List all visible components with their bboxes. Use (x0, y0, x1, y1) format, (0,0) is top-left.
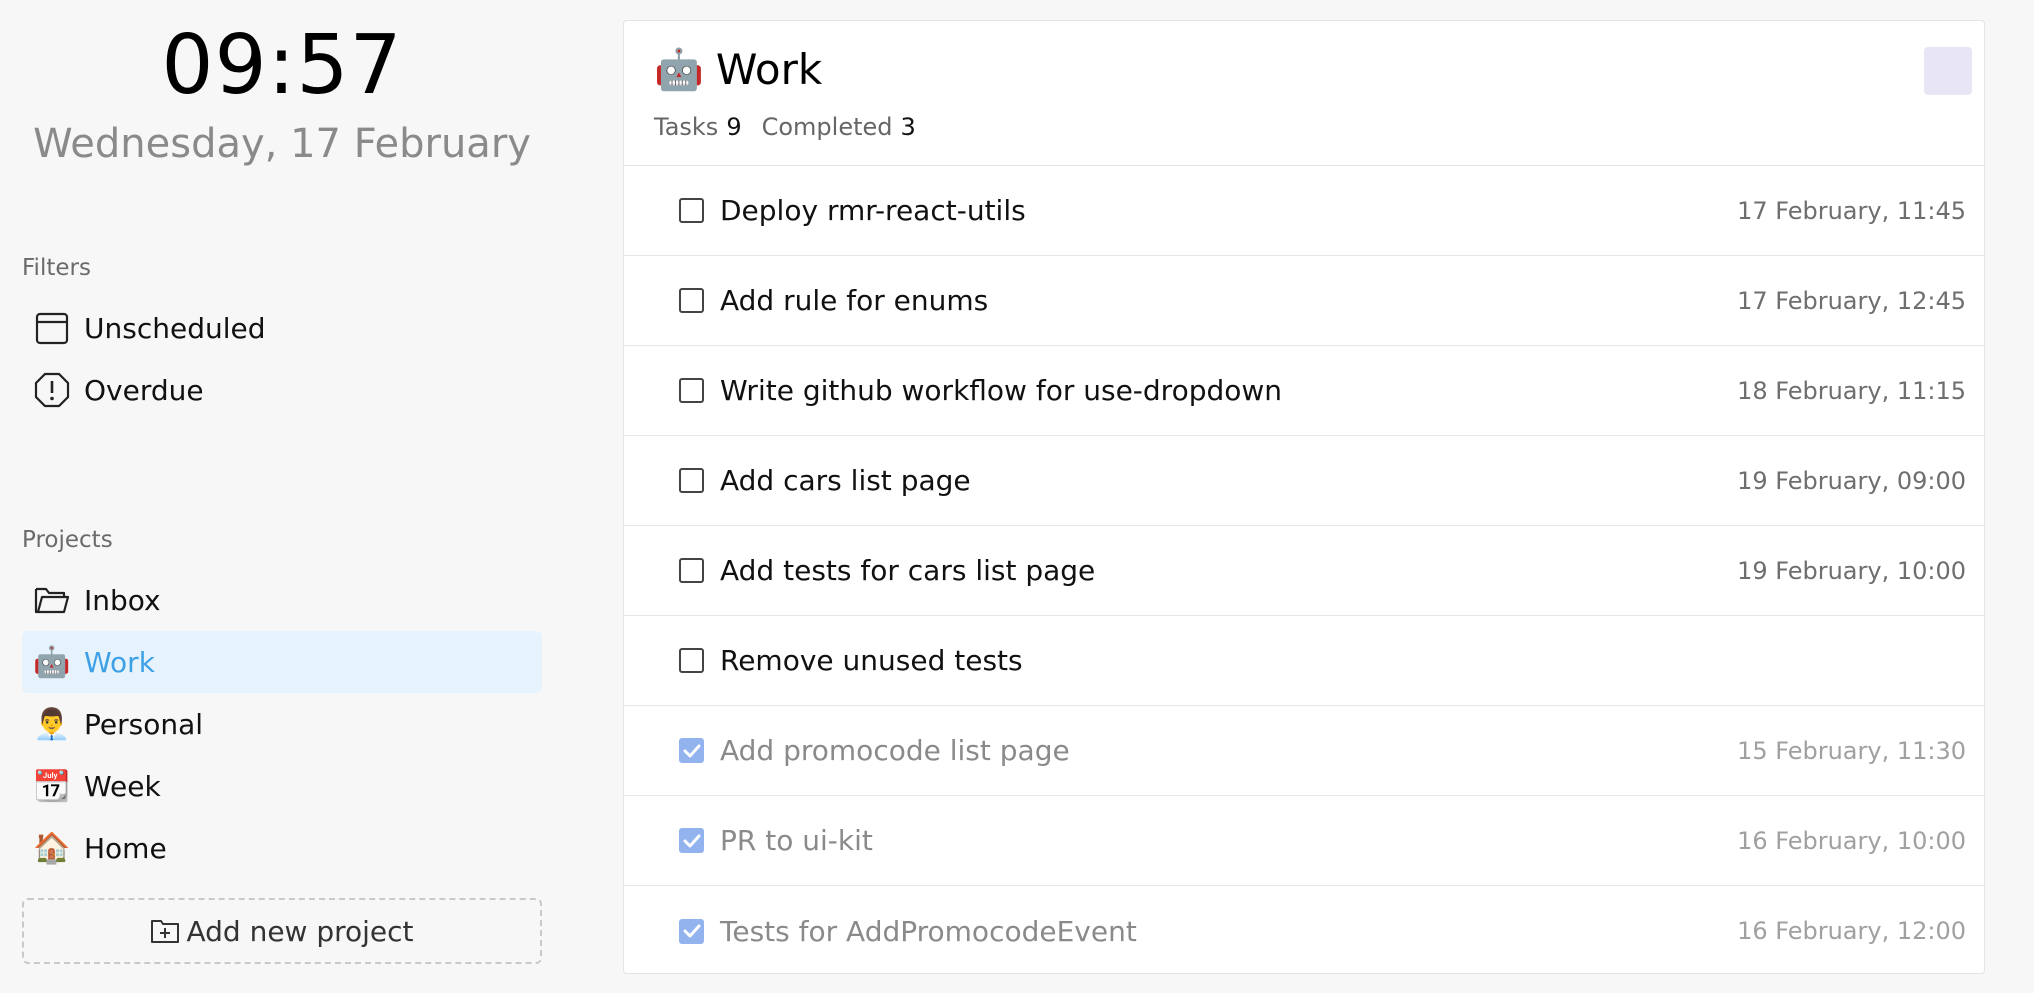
task-row[interactable]: Remove unused tests (624, 616, 1984, 706)
add-project-label: Add new project (186, 914, 414, 948)
filter-item-label: Unscheduled (84, 311, 266, 345)
calendar-icon: 📆 (33, 768, 71, 804)
task-title: Write github workflow for use-dropdown (720, 374, 1283, 407)
task-due-date: 19 February, 10:00 (1737, 556, 1966, 585)
robot-icon: 🤖 (33, 644, 71, 680)
task-panel: 🤖 Work Tasks 9 Completed 3 Deploy rmr-re… (623, 20, 1985, 974)
task-checkbox[interactable] (679, 738, 704, 763)
task-row[interactable]: Add cars list page 19 February, 09:00 (624, 436, 1984, 526)
man-icon: 👨‍💼 (33, 706, 71, 742)
task-title: Add rule for enums (720, 284, 989, 317)
tasks-count: 9 (726, 113, 742, 141)
task-title: Remove unused tests (720, 644, 1023, 677)
alert-octagon-icon (32, 372, 72, 408)
project-color-button[interactable] (1924, 47, 1972, 95)
project-item-label: Work (84, 645, 155, 679)
task-title: Add tests for cars list page (720, 554, 1096, 587)
task-due-date: 18 February, 11:15 (1737, 376, 1966, 405)
task-checkbox[interactable] (679, 198, 704, 223)
add-project-button[interactable]: Add new project (22, 898, 542, 964)
task-due-date: 17 February, 11:45 (1737, 196, 1966, 225)
task-row[interactable]: Write github workflow for use-dropdown 1… (624, 346, 1984, 436)
task-checkbox[interactable] (679, 288, 704, 313)
folder-plus-icon (150, 918, 180, 944)
check-icon (683, 744, 700, 757)
filters-title: Filters (22, 255, 91, 281)
folder-icon (32, 585, 72, 615)
panel-header: 🤖 Work Tasks 9 Completed 3 (624, 21, 1984, 166)
task-checkbox[interactable] (679, 468, 704, 493)
task-checkbox[interactable] (679, 918, 704, 944)
sidebar: 09:57 Wednesday, 17 February Filters Uns… (0, 0, 564, 993)
task-row[interactable]: PR to ui-kit 16 February, 10:00 (624, 796, 1984, 886)
tasks-label: Tasks (654, 113, 719, 141)
task-stats: Tasks 9 Completed 3 (654, 113, 936, 141)
project-item-week[interactable]: 📆 Week (22, 755, 542, 817)
filter-item-unscheduled[interactable]: Unscheduled (22, 297, 542, 359)
task-row[interactable]: Deploy rmr-react-utils 17 February, 11:4… (624, 166, 1984, 256)
project-title-text: Work (715, 45, 823, 94)
task-row[interactable]: Tests for AddPromocodeEvent 16 February,… (624, 886, 1984, 976)
house-icon: 🏠 (33, 830, 71, 866)
task-title: Add promocode list page (720, 734, 1070, 767)
task-due-date: 17 February, 12:45 (1737, 286, 1966, 315)
task-list: Deploy rmr-react-utils 17 February, 11:4… (624, 166, 1984, 976)
project-item-personal[interactable]: 👨‍💼 Personal (22, 693, 542, 755)
page-title: 🤖 Work (654, 45, 822, 94)
clock-time: 09:57 (161, 18, 403, 113)
task-due-date: 15 February, 11:30 (1737, 736, 1966, 765)
check-icon (683, 834, 700, 847)
filter-item-label: Overdue (84, 373, 204, 407)
check-icon (683, 924, 700, 938)
task-row[interactable]: Add promocode list page 15 February, 11:… (624, 706, 1984, 796)
task-title: Add cars list page (720, 464, 971, 497)
task-row[interactable]: Add tests for cars list page 19 February… (624, 526, 1984, 616)
calendar-blank-icon (32, 311, 72, 345)
projects-title: Projects (22, 527, 113, 553)
filter-item-overdue[interactable]: Overdue (22, 359, 542, 421)
project-item-label: Week (84, 769, 161, 803)
task-checkbox[interactable] (679, 558, 704, 583)
task-due-date: 16 February, 10:00 (1737, 826, 1966, 855)
robot-icon: 🤖 (654, 47, 704, 93)
project-item-home[interactable]: 🏠 Home (22, 817, 542, 879)
task-checkbox[interactable] (679, 828, 704, 853)
task-checkbox[interactable] (679, 648, 704, 673)
project-item-work[interactable]: 🤖 Work (22, 631, 542, 693)
clock-date: Wednesday, 17 February (33, 121, 531, 167)
task-title: PR to ui-kit (720, 824, 873, 857)
task-row[interactable]: Add rule for enums 17 February, 12:45 (624, 256, 1984, 346)
task-checkbox[interactable] (679, 378, 704, 403)
project-item-inbox[interactable]: Inbox (22, 569, 542, 631)
task-due-date: 19 February, 09:00 (1737, 466, 1966, 495)
task-title: Deploy rmr-react-utils (720, 194, 1026, 227)
project-item-label: Home (84, 831, 167, 865)
task-title: Tests for AddPromocodeEvent (720, 914, 1137, 948)
project-item-label: Personal (84, 707, 204, 741)
completed-count: 3 (900, 113, 916, 141)
project-item-label: Inbox (84, 583, 161, 617)
completed-label: Completed (761, 113, 893, 141)
task-due-date: 16 February, 12:00 (1737, 917, 1966, 945)
